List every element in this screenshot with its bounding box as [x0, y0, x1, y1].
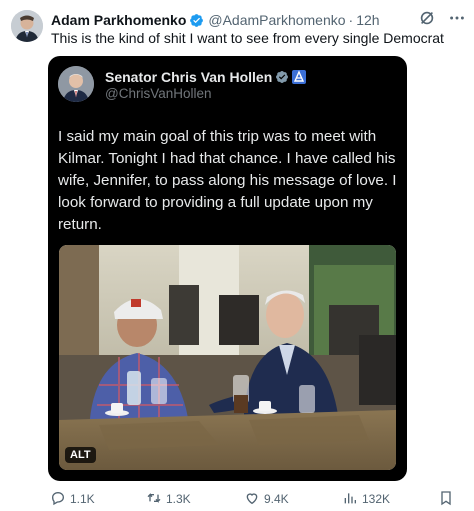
views-count: 132K	[362, 492, 391, 506]
like-count: 9.4K	[264, 492, 289, 506]
author-avatar[interactable]	[11, 10, 43, 42]
views-icon	[342, 490, 358, 509]
post-top-actions	[418, 9, 466, 27]
us-government-flag-icon	[292, 70, 307, 84]
quote-photo[interactable]: ALT	[59, 245, 396, 470]
quote-author-avatar[interactable]	[58, 66, 94, 102]
repost-icon	[146, 490, 162, 509]
post-header: Adam Parkhomenko @AdamParkhomenko · 12h	[51, 11, 380, 29]
reply-button[interactable]: 1.1K	[50, 490, 95, 509]
reply-icon	[50, 490, 66, 509]
repost-count: 1.3K	[166, 492, 191, 506]
quote-author-name-row: Senator Chris Van Hollen	[105, 69, 307, 85]
quote-author-name[interactable]: Senator Chris Van Hollen	[105, 69, 272, 85]
like-icon	[244, 490, 260, 509]
action-bar: 1.1K 1.3K 9.4K 132K	[50, 488, 468, 510]
author-name[interactable]: Adam Parkhomenko	[51, 12, 186, 28]
repost-button[interactable]: 1.3K	[146, 490, 191, 509]
quoted-post[interactable]: Senator Chris Van Hollen @ChrisVanHollen…	[48, 56, 407, 481]
views-button[interactable]: 132K	[342, 490, 390, 509]
verified-badge-icon	[189, 13, 204, 28]
quote-text: I said my main goal of this trip was to …	[58, 128, 397, 233]
bookmark-button[interactable]	[438, 490, 454, 509]
post-text: This is the kind of shit I want to see f…	[51, 30, 444, 46]
bookmark-icon	[438, 490, 454, 509]
author-handle[interactable]: @AdamParkhomenko	[208, 12, 345, 28]
like-button[interactable]: 9.4K	[244, 490, 289, 509]
photo-scene	[59, 245, 396, 470]
separator: ·	[348, 12, 354, 28]
more-icon[interactable]	[448, 9, 466, 27]
reply-count: 1.1K	[70, 492, 95, 506]
alt-badge[interactable]: ALT	[65, 447, 96, 463]
post-time[interactable]: 12h	[356, 12, 379, 28]
quote-author-handle[interactable]: @ChrisVanHollen	[105, 86, 212, 101]
grok-icon[interactable]	[418, 9, 436, 27]
government-badge-icon	[275, 70, 289, 84]
